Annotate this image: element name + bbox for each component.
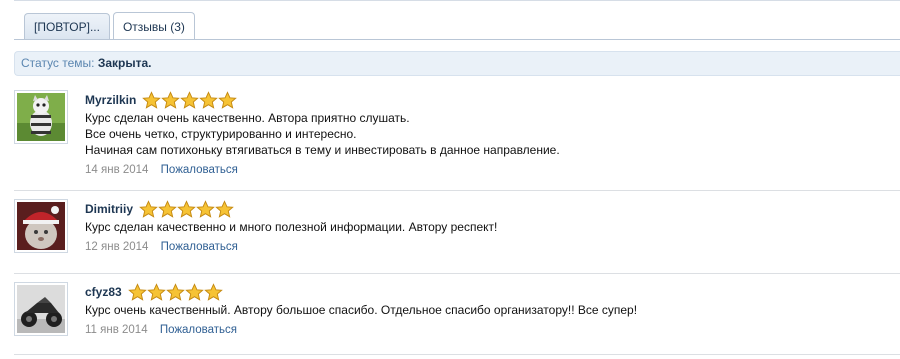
topic-status-bar: Статус темы: Закрыта. (14, 51, 900, 76)
review-author[interactable]: Myrzilkin (85, 93, 136, 107)
review-text: Курс очень качественный. Автору большое … (85, 302, 890, 318)
avatar-image (17, 202, 65, 250)
review-item: Dimitriiy Курс сделан качественно и мног… (14, 199, 900, 269)
tab-baseline (14, 39, 900, 40)
report-link[interactable]: Пожаловаться (161, 164, 238, 176)
review-text-line: Курс очень качественный. Автору большое … (85, 303, 638, 317)
avatar[interactable] (14, 90, 68, 144)
star-icon (199, 90, 219, 109)
avatar[interactable] (14, 282, 68, 336)
review-date: 12 янв 2014 (85, 241, 149, 253)
star-icon (139, 199, 158, 218)
review-item: Myrzilkin Курс сделан очень качественно.… (14, 90, 900, 176)
review-text-line: Курс сделан качественно и много полезной… (85, 220, 498, 234)
star-icon (180, 90, 200, 109)
tab-reviews[interactable]: Отзывы (3) (112, 12, 195, 40)
avatar-image (17, 285, 65, 333)
star-icon (218, 90, 238, 109)
review-date: 11 янв 2014 (85, 324, 148, 336)
review-divider (14, 273, 900, 274)
tab-repeat[interactable]: [ПОВТОР]... (24, 13, 110, 39)
topic-status-label: Статус темы: (21, 56, 95, 70)
report-link[interactable]: Пожаловаться (161, 241, 238, 253)
star-icon (203, 282, 223, 301)
star-icon (165, 282, 185, 301)
review-text-line: Все очень четко, структурированно и инте… (85, 127, 357, 141)
star-icon (215, 199, 234, 218)
review-text-line: Курс сделан очень качественно. Автора пр… (85, 111, 410, 125)
avatar[interactable] (14, 199, 68, 253)
topic-status-value: Закрыта. (97, 56, 152, 70)
avatar-image (17, 93, 65, 141)
review-author[interactable]: Dimitriiy (85, 202, 133, 216)
review-author[interactable]: cfyz83 (85, 285, 122, 299)
top-rule (14, 0, 900, 1)
star-icon (161, 90, 181, 109)
tab-bar: [ПОВТОР]... Отзывы (3) (24, 11, 198, 40)
review-divider (14, 354, 900, 355)
rating-stars (127, 282, 223, 302)
review-date: 14 янв 2014 (85, 164, 149, 176)
star-icon (142, 90, 162, 109)
star-icon (177, 199, 196, 218)
report-link[interactable]: Пожаловаться (160, 324, 237, 336)
review-text: Курс сделан очень качественно. Автора пр… (85, 110, 890, 158)
review-text-line: Начиная сам потихоньку втягиваться в тем… (85, 143, 560, 157)
review-text: Курс сделан качественно и много полезной… (85, 219, 890, 235)
star-icon (127, 282, 147, 301)
star-icon (184, 282, 204, 301)
star-icon (146, 282, 166, 301)
star-icon (158, 199, 177, 218)
rating-stars (139, 199, 234, 219)
star-icon (196, 199, 215, 218)
review-item: cfyz83 Курс очень качественный. Автору б… (14, 282, 900, 352)
rating-stars (142, 90, 238, 110)
review-divider (14, 190, 900, 191)
